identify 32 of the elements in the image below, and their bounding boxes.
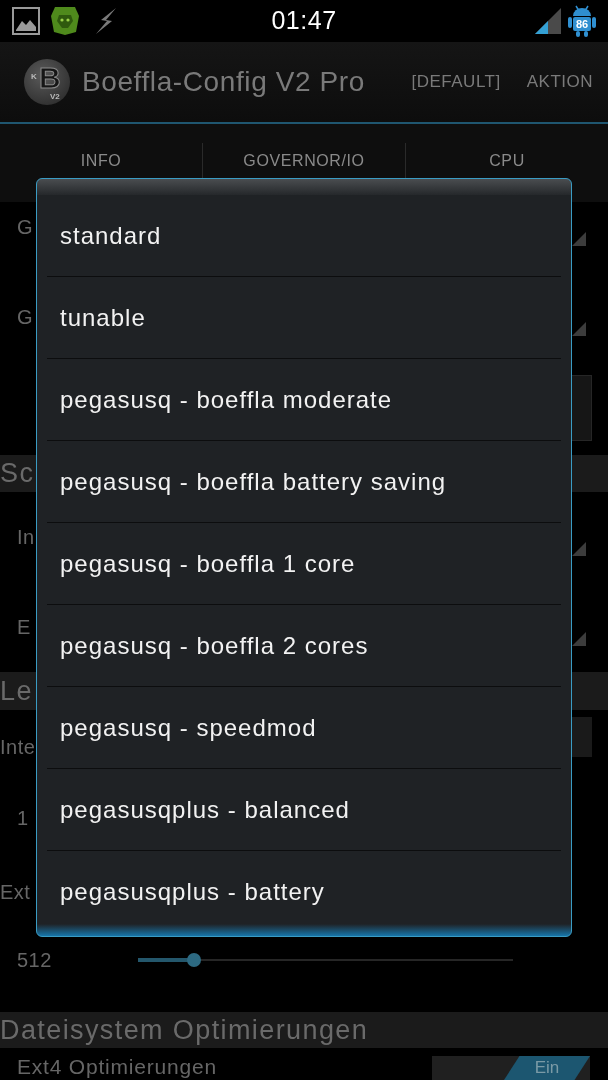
setting-label: In <box>17 525 35 550</box>
picture-icon <box>12 7 40 35</box>
setting-label: E <box>17 615 31 640</box>
setting-label: G <box>17 215 34 240</box>
setting-label: Ext <box>0 880 31 905</box>
setting-label: G <box>17 305 34 330</box>
slider-thumb[interactable] <box>187 953 202 967</box>
setting-label: Inte <box>0 735 36 760</box>
action-bar-button[interactable]: [DEFAULT] <box>411 69 501 95</box>
signal-icon <box>534 7 562 35</box>
shield-icon <box>50 6 80 36</box>
clock-time: 01:47 <box>271 5 337 37</box>
dialog-option[interactable]: tunable <box>37 277 571 358</box>
dropdown-triangle-icon[interactable] <box>572 632 586 646</box>
logo-letter: B <box>39 63 61 93</box>
dialog-option[interactable]: pegasusqplus - balanced <box>37 769 571 850</box>
slider-reading: 512 <box>17 948 53 973</box>
slider-track[interactable] <box>138 953 513 967</box>
dropdown-triangle-icon[interactable] <box>572 322 586 336</box>
logo-version: V2 <box>50 93 60 101</box>
dialog-option[interactable]: pegasusq - boeffla 1 core <box>37 523 571 604</box>
battery-level-text: 86 <box>574 18 590 30</box>
dropdown-triangle-icon[interactable] <box>572 542 586 556</box>
logo-letter: K <box>31 73 37 81</box>
setting-label: Ext4 Optimierungen <box>17 1054 217 1080</box>
app-title: Boeffla-Config V2 Pro <box>82 65 365 99</box>
action-bar-button[interactable]: AKTION <box>526 69 593 95</box>
dialog-option[interactable]: pegasusq - boeffla moderate <box>37 359 571 440</box>
android-robot-icon <box>568 5 596 37</box>
dialog-option[interactable]: pegasusqplus - battery <box>37 851 571 932</box>
section-header: Dateisystem Optimierungen <box>0 1012 608 1048</box>
dropdown-triangle-icon[interactable] <box>572 232 586 246</box>
